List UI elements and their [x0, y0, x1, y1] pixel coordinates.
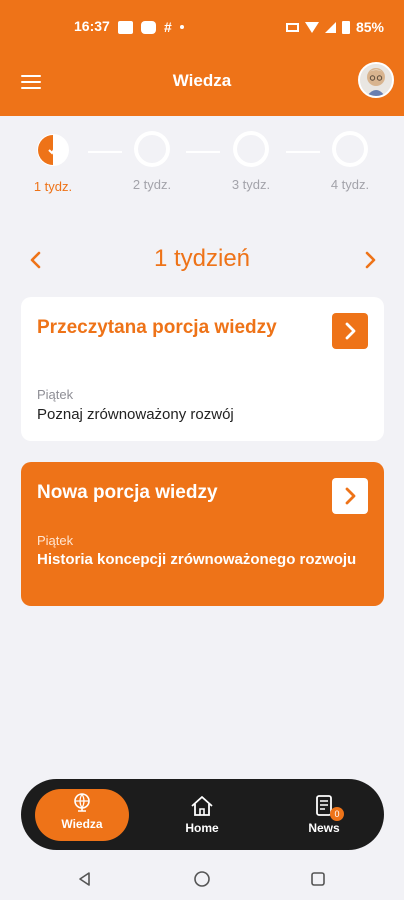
half-progress-icon	[37, 134, 69, 166]
more-notifications-icon	[179, 25, 184, 29]
week-title: 1 tydzień	[153, 245, 251, 272]
empty-step-icon	[136, 133, 168, 165]
recents-square-icon	[311, 872, 325, 886]
news-badge: 0	[330, 807, 344, 821]
gallery-notification-icon	[118, 20, 133, 34]
hash-notification-icon: #	[164, 19, 172, 35]
youtube-notification-icon	[141, 20, 156, 34]
step-label: 1 tydz.	[33, 179, 73, 194]
open-read-knowledge-button[interactable]	[332, 313, 368, 349]
page-title: Wiedza	[172, 71, 232, 90]
card-day: Piątek	[37, 387, 74, 402]
avatar-icon	[360, 64, 392, 96]
nav-label: Home	[185, 821, 219, 835]
nav-label: Wiedza	[61, 817, 103, 831]
chevron-right-icon	[345, 487, 356, 505]
nav-item-wiedza[interactable]: Wiedza	[35, 789, 129, 841]
empty-step-icon	[334, 133, 366, 165]
status-time: 16:37	[74, 18, 110, 34]
bottom-navigation: Wiedza Home 0 News	[21, 779, 384, 850]
step-label: 2 tydz.	[132, 177, 172, 192]
card-day: Piątek	[37, 533, 74, 548]
system-navigation-bar	[0, 856, 404, 900]
signal-icon	[324, 21, 336, 33]
card-subtitle: Poznaj zrównoważony rozwój	[37, 406, 234, 423]
battery-percent: 85%	[355, 19, 384, 35]
week-navigation: 1 tydzień	[0, 240, 404, 280]
nav-item-home[interactable]: Home	[157, 791, 247, 841]
chevron-right-icon	[365, 251, 376, 269]
empty-step-icon	[235, 133, 267, 165]
step-connector	[286, 151, 320, 153]
open-new-knowledge-button[interactable]	[332, 478, 368, 514]
back-button[interactable]	[76, 870, 94, 888]
step-week-1[interactable]: 1 tydz.	[23, 133, 83, 194]
read-knowledge-card[interactable]: Przeczytana porcja wiedzy Piątek Poznaj …	[21, 297, 384, 441]
new-knowledge-card[interactable]: Nowa porcja wiedzy Piątek Historia konce…	[21, 462, 384, 606]
step-week-4[interactable]: 4 tydz.	[320, 133, 380, 192]
next-week-button[interactable]	[358, 248, 382, 272]
card-subtitle: Historia koncepcji zrównoważonego rozwoj…	[37, 551, 357, 568]
step-week-2[interactable]: 2 tydz.	[122, 133, 182, 192]
nfc-icon	[285, 22, 299, 32]
step-connector	[186, 151, 220, 153]
home-circle-icon	[194, 871, 210, 887]
week-stepper: 1 tydz. 2 tydz. 3 tydz. 4 tydz.	[0, 133, 404, 203]
home-system-button[interactable]	[193, 870, 211, 888]
step-week-3[interactable]: 3 tydz.	[221, 133, 281, 192]
step-label: 4 tydz.	[330, 177, 370, 192]
nav-item-news[interactable]: 0 News	[279, 791, 369, 841]
home-icon	[191, 796, 213, 816]
recents-button[interactable]	[309, 870, 327, 888]
globe-icon	[74, 793, 90, 812]
avatar[interactable]	[358, 62, 394, 98]
status-bar: 16:37 # 85%	[0, 0, 404, 56]
card-title: Przeczytana porcja wiedzy	[37, 317, 277, 338]
back-triangle-icon	[79, 872, 90, 886]
step-label: 3 tydz.	[231, 177, 271, 192]
chevron-right-icon	[345, 322, 356, 340]
wifi-icon	[304, 21, 319, 33]
nav-label: News	[308, 821, 340, 835]
card-title: Nowa porcja wiedzy	[37, 482, 218, 503]
step-connector	[88, 151, 122, 153]
status-system-icons: 85%	[285, 18, 384, 36]
status-notification-icons: #	[118, 18, 184, 36]
battery-icon	[341, 20, 350, 34]
app-bar: Wiedza	[0, 56, 404, 116]
